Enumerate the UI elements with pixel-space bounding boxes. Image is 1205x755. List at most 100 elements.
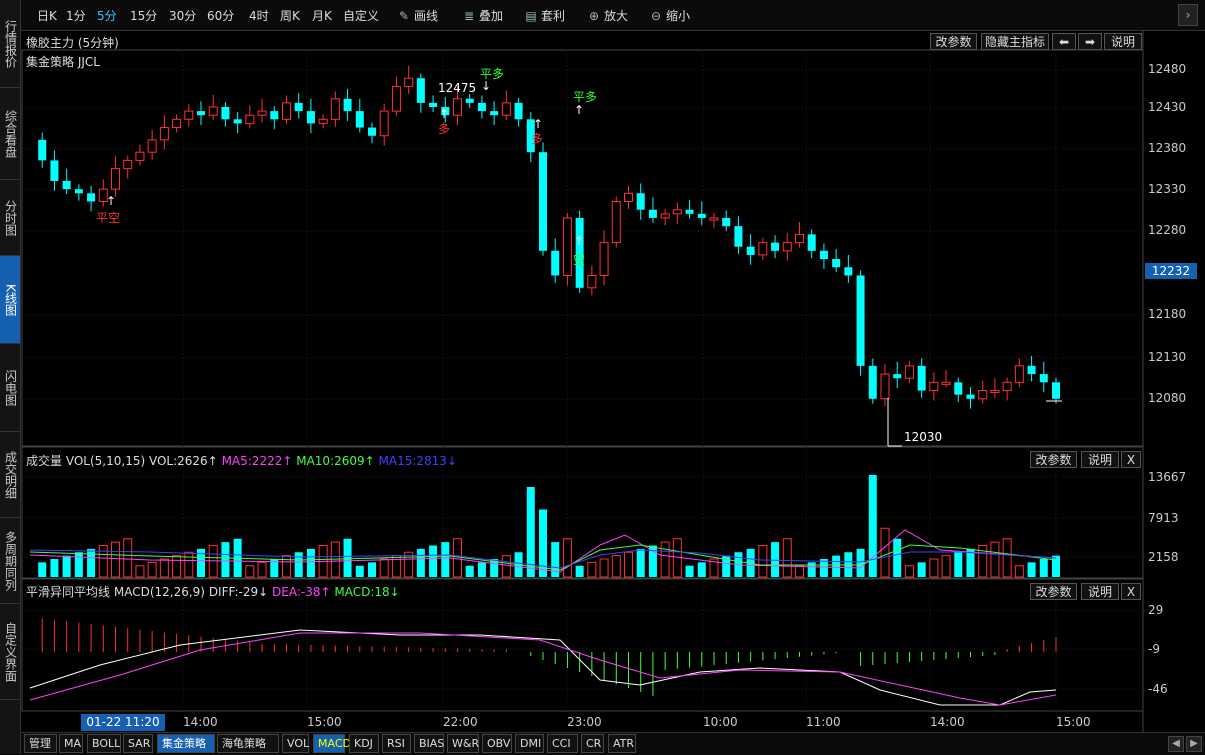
price-tick: 12180	[1148, 307, 1187, 321]
trade-signal-label: 平多	[573, 90, 597, 104]
volume-bar-up	[147, 561, 157, 578]
volume-bar-up	[1002, 538, 1012, 578]
tabbar-scroll-right[interactable]: ▶	[1186, 736, 1202, 752]
period-tab-6[interactable]: 4时	[249, 7, 269, 24]
toolbar-scroll-button[interactable]: ›	[1178, 4, 1198, 26]
volume-bar-down	[771, 542, 780, 577]
volume-bar-down	[465, 565, 474, 577]
candle-down	[62, 180, 71, 190]
tool-pencil-button[interactable]: ✎ 画线	[397, 7, 438, 24]
price-tick: 12380	[1148, 141, 1187, 155]
volume-bar-down	[1039, 559, 1048, 577]
macd-params-button[interactable]: 改参数	[1030, 583, 1077, 600]
tool-zoom-in-button[interactable]: ⊕ 放大	[587, 7, 628, 24]
indicator-tab-9[interactable]: RSI	[382, 734, 411, 753]
sidebar-item-2[interactable]: 分时图	[0, 180, 20, 256]
indicator-tab-6[interactable]: VOL	[282, 734, 309, 753]
period-tab-3[interactable]: 15分	[130, 7, 157, 24]
macd-explain-button[interactable]: 说明	[1081, 583, 1119, 600]
sidebar-item-0[interactable]: 行情报价	[0, 0, 20, 88]
volume-bar-down	[429, 545, 438, 577]
macd-dea: DEA:-38↑	[272, 585, 331, 599]
volume-bar-up	[159, 558, 169, 578]
volume-bar-up	[257, 561, 267, 578]
signal-arrow-icon: ↑	[106, 194, 116, 208]
candle-down	[551, 250, 560, 276]
macd-value: MACD:18↓	[334, 585, 400, 599]
indicator-tab-3[interactable]: SAR	[123, 734, 153, 753]
volume-explain-button[interactable]: 说明	[1081, 451, 1119, 468]
period-tab-2[interactable]: 5分	[97, 7, 117, 24]
volume-bar-up	[453, 538, 462, 578]
indicator-tab-7[interactable]: MACD	[313, 734, 351, 753]
indicator-tab-16[interactable]: ATR	[608, 734, 636, 753]
volume-bar-down	[294, 552, 303, 577]
indicator-tab-2[interactable]: BOLL	[87, 734, 121, 753]
candle-down	[343, 98, 352, 112]
time-tick: 10:00	[703, 715, 738, 729]
indicator-tab-4[interactable]: 集金策略	[157, 734, 215, 753]
pencil-icon: ✎	[398, 9, 410, 23]
period-tab-9[interactable]: 自定义	[343, 7, 379, 24]
macd-close-button[interactable]: X	[1121, 583, 1141, 600]
tool-arbitrage-button[interactable]: ▤ 套利	[524, 7, 565, 24]
candle-down	[429, 102, 438, 107]
indicator-tab-8[interactable]: KDJ	[349, 734, 379, 753]
period-tab-5[interactable]: 60分	[207, 7, 234, 24]
signal-arrow-icon: ↑	[574, 103, 584, 117]
candle-up	[282, 102, 291, 120]
time-tick: 14:00	[930, 715, 965, 729]
candle-up	[172, 118, 182, 129]
candle-up	[330, 98, 340, 120]
volume-bar-up	[782, 538, 792, 578]
volume-close-button[interactable]: X	[1121, 451, 1141, 468]
indicator-tab-11[interactable]: W&R	[447, 734, 479, 753]
volume-params-button[interactable]: 改参数	[1030, 451, 1077, 468]
zoom-out-icon: ⊖	[650, 9, 662, 23]
volume-bar-up	[562, 538, 572, 578]
candle-up	[624, 192, 633, 203]
tool-stack-button[interactable]: ≣ 叠加	[462, 7, 503, 24]
indicator-tab-13[interactable]: DMI	[515, 734, 544, 753]
candle-down	[416, 78, 425, 103]
sidebar-item-6[interactable]: 多周期同列	[0, 518, 20, 604]
indicator-tab-5[interactable]: 海龟策略	[217, 734, 279, 753]
candle-down	[38, 139, 47, 161]
period-tab-0[interactable]: 日K	[37, 7, 57, 24]
volume-bar-down	[868, 475, 877, 577]
candle-up	[184, 110, 194, 120]
candle-up	[391, 85, 401, 112]
candle-down	[74, 189, 83, 194]
sidebar-item-1[interactable]: 综合看盘	[0, 88, 20, 180]
volume-bar-down	[636, 548, 645, 577]
sidebar-item-7[interactable]: 自定义界面	[0, 604, 20, 700]
price-tick: 12130	[1148, 350, 1187, 364]
indicator-tab-1[interactable]: MA	[59, 734, 83, 753]
indicator-tab-12[interactable]: OBV	[482, 734, 512, 753]
volume-bar-up	[624, 551, 633, 578]
indicator-tab-15[interactable]: CR	[581, 734, 604, 753]
candle-down	[87, 193, 96, 202]
volume-bar-down	[917, 562, 926, 577]
indicator-tab-0[interactable]: 管理	[24, 734, 57, 753]
period-tab-8[interactable]: 月K	[312, 7, 332, 24]
period-tab-1[interactable]: 1分	[66, 7, 86, 24]
tool-zoom-out-button[interactable]: ⊖ 缩小	[649, 7, 690, 24]
sidebar-item-4[interactable]: 闪电图	[0, 344, 20, 432]
tabbar-scroll-left[interactable]: ◀	[1168, 736, 1184, 752]
period-tab-7[interactable]: 周K	[280, 7, 300, 24]
candle-down	[477, 102, 486, 112]
volume-bar-up	[941, 555, 951, 578]
indicator-tab-14[interactable]: CCI	[547, 734, 578, 753]
volume-bar-down	[306, 548, 315, 577]
time-tick: 22:00	[443, 715, 478, 729]
kline-chart[interactable]: 1247512030平空平多多多平多空↑↓↑↑↑↑	[21, 30, 1205, 732]
sidebar-item-5[interactable]: 成交明细	[0, 432, 20, 518]
signal-arrow-icon: ↑	[533, 117, 543, 131]
sidebar-item-3[interactable]: K线图	[0, 256, 20, 344]
indicator-tab-10[interactable]: BIAS	[414, 734, 444, 753]
candle-up	[709, 217, 719, 221]
candle-down	[270, 111, 279, 120]
volume-bar-down	[368, 562, 376, 577]
period-tab-4[interactable]: 30分	[169, 7, 196, 24]
